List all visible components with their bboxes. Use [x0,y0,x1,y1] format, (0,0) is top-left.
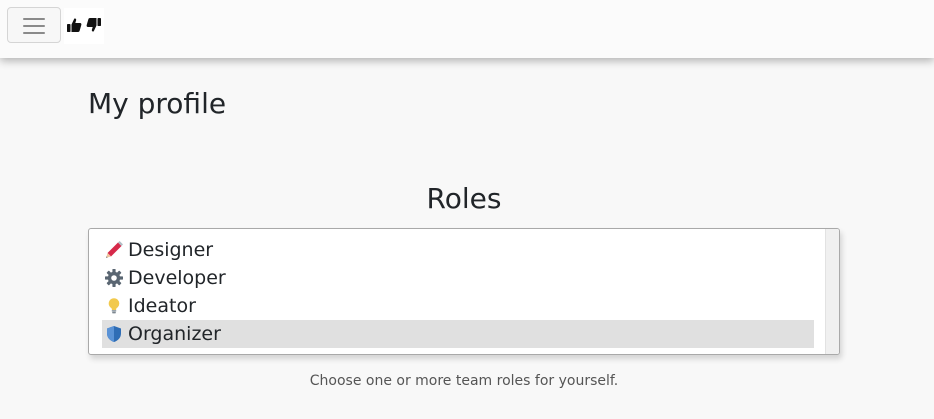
role-label: Developer [128,267,226,289]
role-option-designer[interactable]: Designer [102,236,814,264]
shield-icon [107,326,121,342]
gear-icon [105,269,123,287]
brand-logo[interactable] [64,8,104,44]
listbox-scrollbar[interactable] [825,229,839,354]
roles-help-text: Choose one or more team roles for yourse… [309,373,619,389]
hamburger-icon-bar [23,32,45,34]
menu-toggle-button[interactable] [7,7,61,43]
roles-listbox[interactable]: Designer Developer Ideator Organizer [88,228,840,355]
pencil-icon [106,241,123,258]
top-navbar [0,0,934,58]
role-label: Designer [128,239,214,261]
role-option-ideator[interactable]: Ideator [102,292,814,320]
role-option-developer[interactable]: Developer [102,264,814,292]
role-label: Ideator [128,295,196,317]
thumbs-down-icon [86,18,101,32]
lightbulb-icon [108,298,120,314]
page-title: My profile [88,87,227,120]
role-label: Organizer [128,323,221,345]
hamburger-icon [23,18,45,20]
role-option-organizer[interactable]: Organizer [102,320,814,348]
roles-heading: Roles [426,182,502,215]
hamburger-icon-bar [23,25,45,27]
thumbs-up-icon [67,18,82,32]
